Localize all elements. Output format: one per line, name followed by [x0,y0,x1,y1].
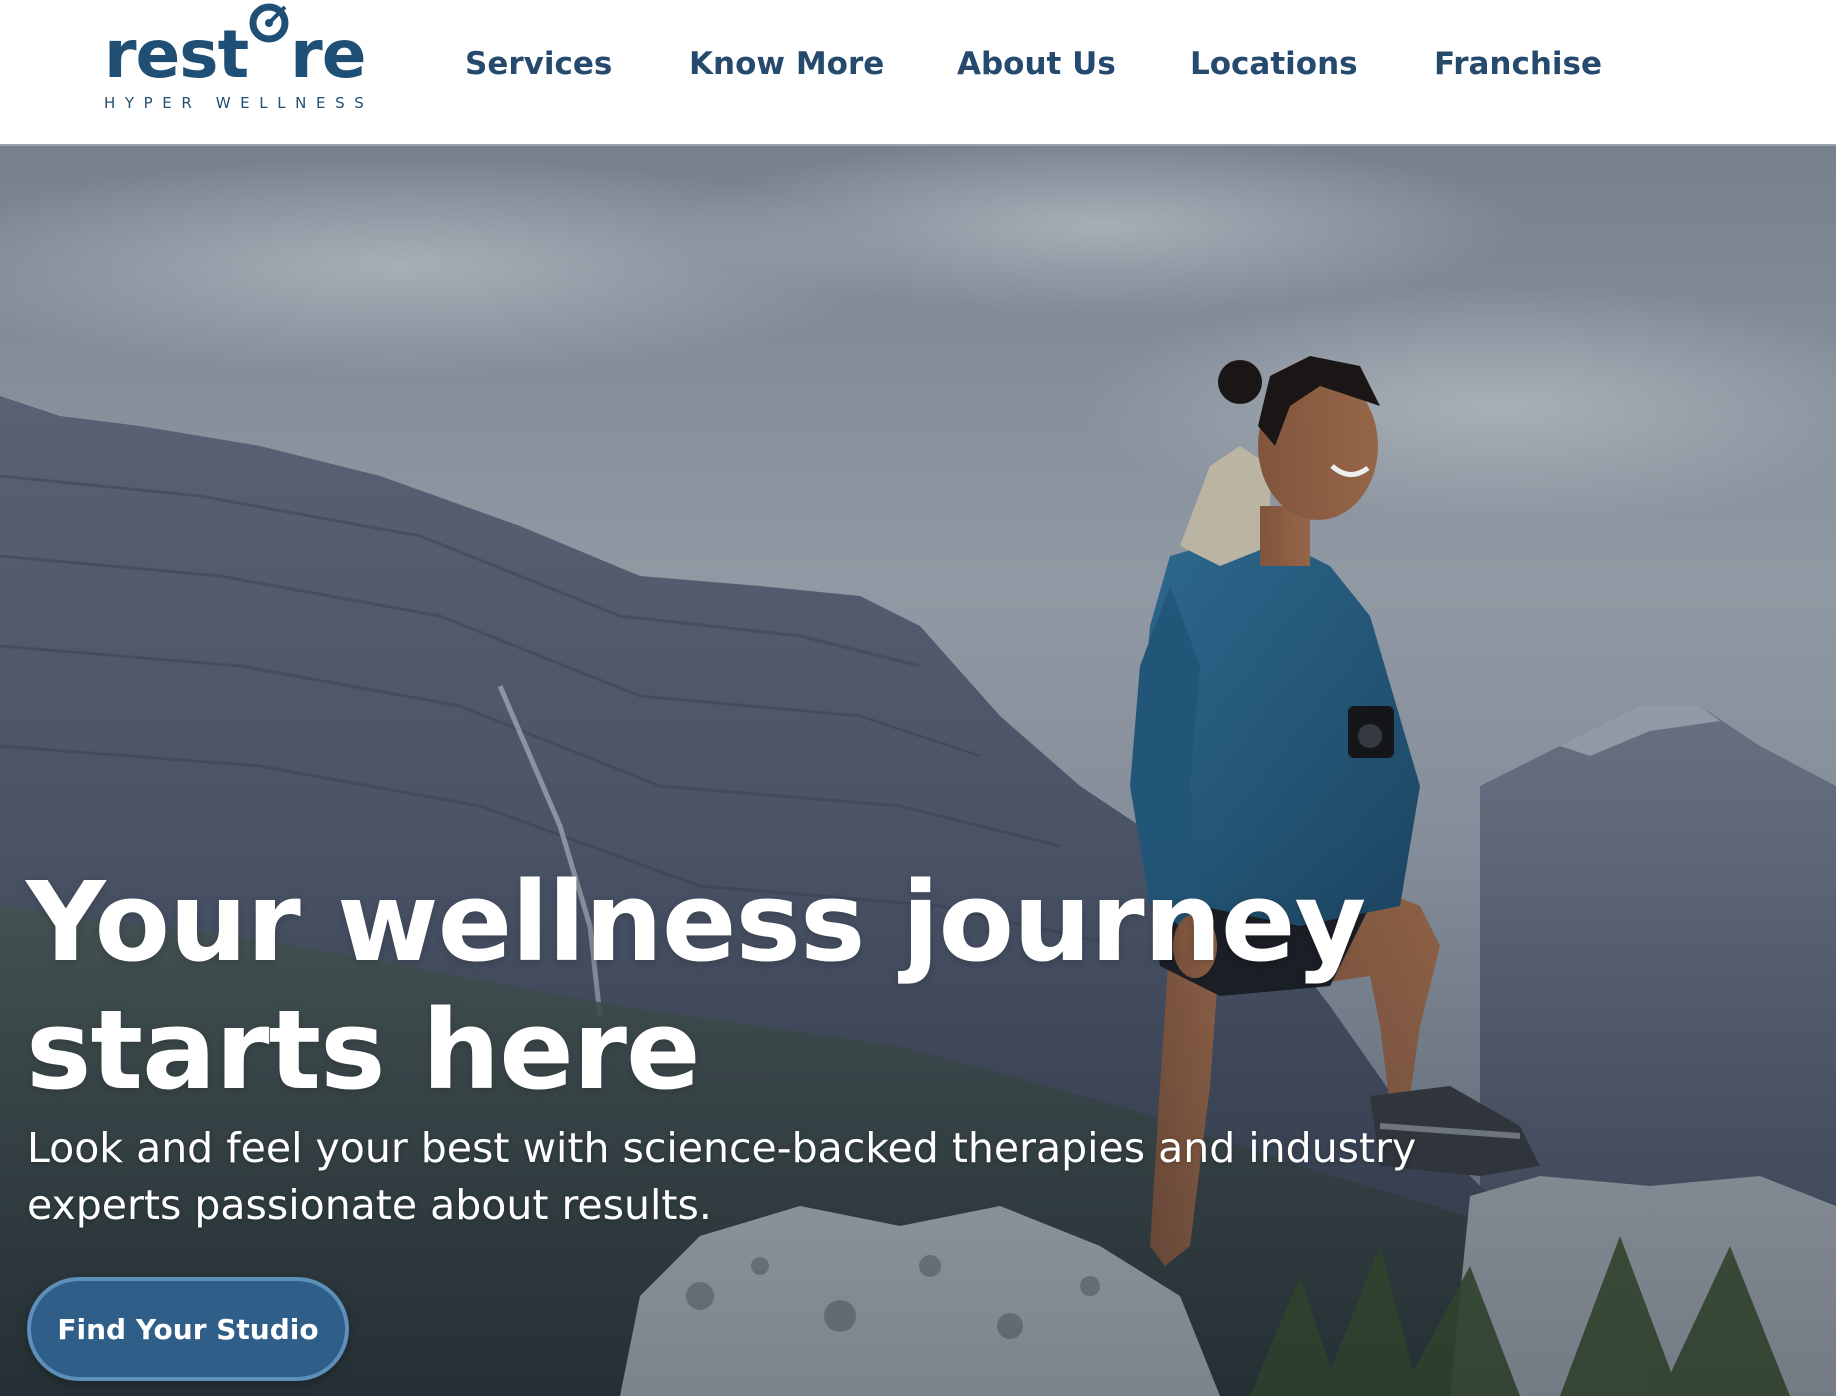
logo-target-icon [249,3,289,77]
restore-logo[interactable]: rest re HYPER WELLNESS [104,3,374,112]
nav-item-locations[interactable]: Locations [1190,44,1358,84]
find-your-studio-button[interactable]: Find Your Studio [27,1277,349,1381]
hero-section: Your wellness journey starts here Look a… [0,146,1836,1396]
nav-item-about-us[interactable]: About Us [957,44,1116,84]
hero-subheadline: Look and feel your best with science-bac… [27,1124,1417,1229]
nav-item-know-more[interactable]: Know More [689,44,884,84]
logo-tagline: HYPER WELLNESS [104,94,374,112]
nav-item-services[interactable]: Services [465,44,612,84]
nav-item-franchise[interactable]: Franchise [1434,44,1602,84]
site-header: rest re HYPER WELLNESS Services Know Mor… [0,0,1836,146]
hero-headline: Your wellness journey starts here [26,858,1366,1114]
logo-wordmark: rest re [104,3,374,88]
